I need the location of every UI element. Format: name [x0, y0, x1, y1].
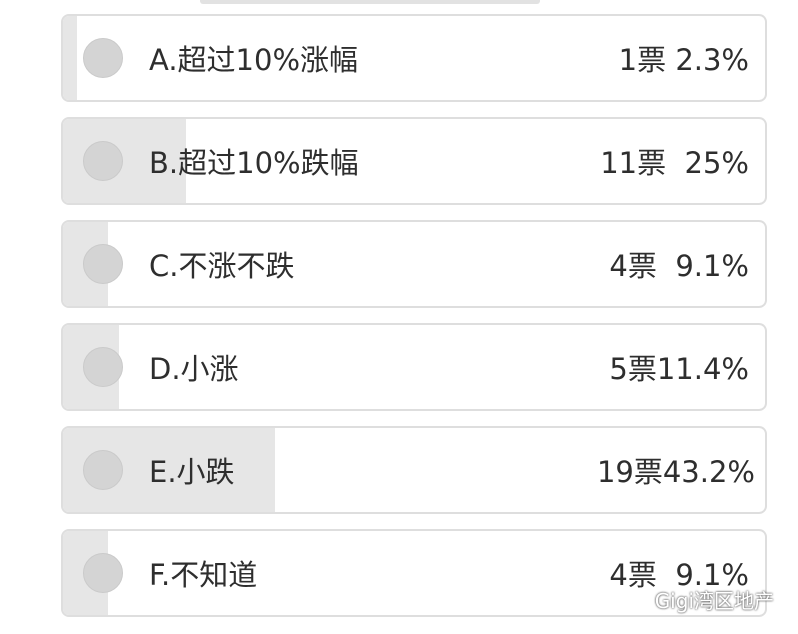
radio-button[interactable] [83, 141, 123, 181]
vote-result: 4票 9.1% [609, 243, 749, 285]
option-label: D.小涨 [149, 352, 239, 386]
option-label: B.超过10%跌幅 [149, 146, 359, 180]
vote-count: 11票 [600, 146, 667, 180]
poll-option-d[interactable]: D.小涨 5票11.4% [61, 323, 767, 411]
vote-count: 4票 [609, 249, 657, 283]
vote-count: 5票 [609, 352, 657, 386]
watermark: Gigi湾区地产 [622, 585, 774, 614]
option-label: A.超过10%涨幅 [149, 43, 359, 77]
option-label: E.小跌 [149, 455, 235, 489]
radio-button[interactable] [83, 347, 123, 387]
vote-percent: 43.2% [662, 455, 755, 489]
vote-share-bar [63, 16, 78, 100]
watermark-text: Gigi湾区地产 [654, 589, 774, 613]
poll-option-c[interactable]: C.不涨不跌 4票 9.1% [61, 220, 767, 308]
poll-option-a[interactable]: A.超过10%涨幅 1票 2.3% [61, 14, 767, 102]
radio-button[interactable] [83, 38, 123, 78]
poll-results: A.超过10%涨幅 1票 2.3% B.超过10%跌幅 11票 25% C.不涨… [0, 0, 798, 634]
poll-option-b[interactable]: B.超过10%跌幅 11票 25% [61, 117, 767, 205]
previous-item-edge [200, 0, 540, 4]
radio-button[interactable] [83, 450, 123, 490]
vote-count: 19票 [596, 455, 663, 489]
poll-option-e[interactable]: E.小跌 19票43.2% [61, 426, 767, 514]
vote-result: 5票11.4% [609, 346, 749, 388]
vote-percent: 25% [684, 146, 749, 180]
vote-percent: 2.3% [675, 43, 749, 77]
option-label: C.不涨不跌 [149, 249, 295, 283]
radio-button[interactable] [83, 553, 123, 593]
vote-result: 1票 2.3% [619, 37, 749, 79]
wechat-icon [622, 589, 648, 609]
vote-result: 19票43.2% [597, 449, 755, 491]
vote-result: 11票 25% [600, 140, 749, 182]
vote-percent: 9.1% [675, 249, 749, 283]
vote-percent: 11.4% [656, 352, 749, 386]
option-label: F.不知道 [149, 558, 258, 592]
radio-button[interactable] [83, 244, 123, 284]
vote-count: 1票 [618, 43, 667, 77]
